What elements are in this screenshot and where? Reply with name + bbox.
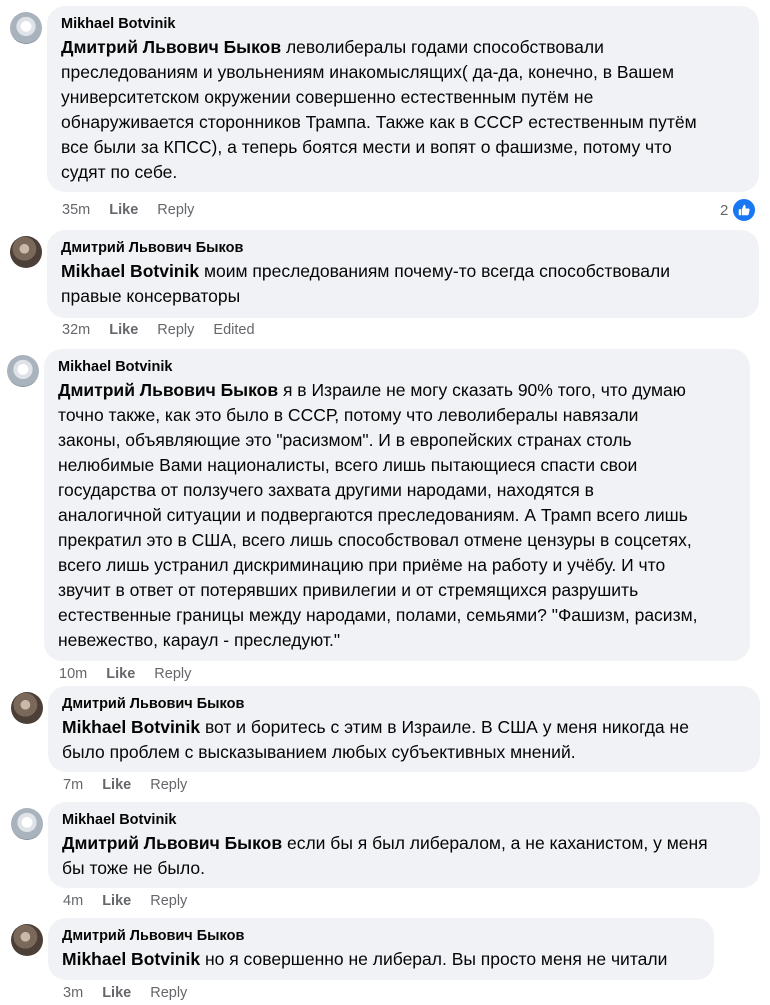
like-button[interactable]: Like — [106, 666, 135, 682]
comment-actions: 3m Like Reply — [63, 984, 202, 1002]
mention-link[interactable]: Mikhael Botvinik — [61, 261, 199, 281]
comment-actions: 7m Like Reply — [63, 776, 202, 794]
reply-button[interactable]: Reply — [157, 202, 194, 218]
avatar[interactable] — [10, 236, 42, 268]
mention-link[interactable]: Дмитрий Львович Быков — [61, 37, 281, 57]
reply-button[interactable]: Reply — [150, 893, 187, 909]
reply-button[interactable]: Reply — [154, 666, 191, 682]
comment-time[interactable]: 3m — [63, 985, 83, 1001]
reply-button[interactable]: Reply — [150, 777, 187, 793]
avatar[interactable] — [11, 808, 43, 840]
avatar[interactable] — [11, 692, 43, 724]
comment-text: Mikhael Botvinik моим преследованиям поч… — [61, 261, 670, 306]
comment-bubble: Mikhael Botvinik Дмитрий Львович Быков е… — [48, 802, 760, 888]
comment-text: Mikhael Botvinik но я совершенно не либе… — [62, 949, 668, 969]
like-button[interactable]: Like — [109, 202, 138, 218]
comment-text: Дмитрий Львович Быков я в Израиле не мог… — [58, 380, 698, 650]
comment-actions: 4m Like Reply — [63, 892, 202, 910]
comment-author[interactable]: Mikhael Botvinik — [58, 358, 738, 376]
comment-time[interactable]: 4m — [63, 893, 83, 909]
comment-bubble: Mikhael Botvinik Дмитрий Львович Быков л… — [47, 6, 759, 192]
like-button[interactable]: Like — [102, 777, 131, 793]
comment-bubble: Дмитрий Львович Быков Mikhael Botvinik н… — [48, 918, 714, 980]
comment-author[interactable]: Mikhael Botvinik — [61, 15, 747, 33]
comment-author[interactable]: Дмитрий Львович Быков — [62, 927, 702, 945]
avatar[interactable] — [11, 924, 43, 956]
comment-author[interactable]: Дмитрий Львович Быков — [62, 695, 748, 713]
comment-actions: 35m Like Reply — [62, 201, 209, 219]
edited-label[interactable]: Edited — [213, 322, 254, 338]
thumbs-up-icon — [731, 197, 758, 223]
comment-time[interactable]: 32m — [62, 322, 90, 338]
reaction-summary[interactable]: 2 — [720, 197, 758, 223]
avatar[interactable] — [10, 12, 42, 44]
comment-time[interactable]: 7m — [63, 777, 83, 793]
mention-link[interactable]: Дмитрий Львович Быков — [62, 833, 282, 853]
comment-time[interactable]: 35m — [62, 202, 90, 218]
comment-author[interactable]: Mikhael Botvinik — [62, 811, 748, 829]
comment-time[interactable]: 10m — [59, 666, 87, 682]
like-button[interactable]: Like — [102, 985, 131, 1001]
comment-bubble: Дмитрий Львович Быков Mikhael Botvinik м… — [47, 230, 759, 318]
comment-bubble: Mikhael Botvinik Дмитрий Львович Быков я… — [44, 349, 750, 661]
like-button[interactable]: Like — [102, 893, 131, 909]
comment-actions: 10m Like Reply — [59, 665, 206, 683]
comment-author[interactable]: Дмитрий Львович Быков — [61, 239, 747, 257]
mention-link[interactable]: Mikhael Botvinik — [62, 949, 200, 969]
comment-bubble: Дмитрий Львович Быков Mikhael Botvinik в… — [48, 686, 760, 772]
mention-link[interactable]: Дмитрий Львович Быков — [58, 380, 278, 400]
reply-button[interactable]: Reply — [157, 322, 194, 338]
mention-link[interactable]: Mikhael Botvinik — [62, 717, 200, 737]
reply-button[interactable]: Reply — [150, 985, 187, 1001]
comment-text: Mikhael Botvinik вот и боритесь с этим в… — [62, 717, 689, 762]
like-button[interactable]: Like — [109, 322, 138, 338]
comment-text: Дмитрий Львович Быков леволибералы годам… — [61, 37, 697, 182]
comment-actions: 32m Like Reply Edited — [62, 321, 270, 339]
reaction-count: 2 — [720, 201, 729, 219]
comment-text: Дмитрий Львович Быков если бы я был либе… — [62, 833, 708, 878]
avatar[interactable] — [7, 355, 39, 387]
